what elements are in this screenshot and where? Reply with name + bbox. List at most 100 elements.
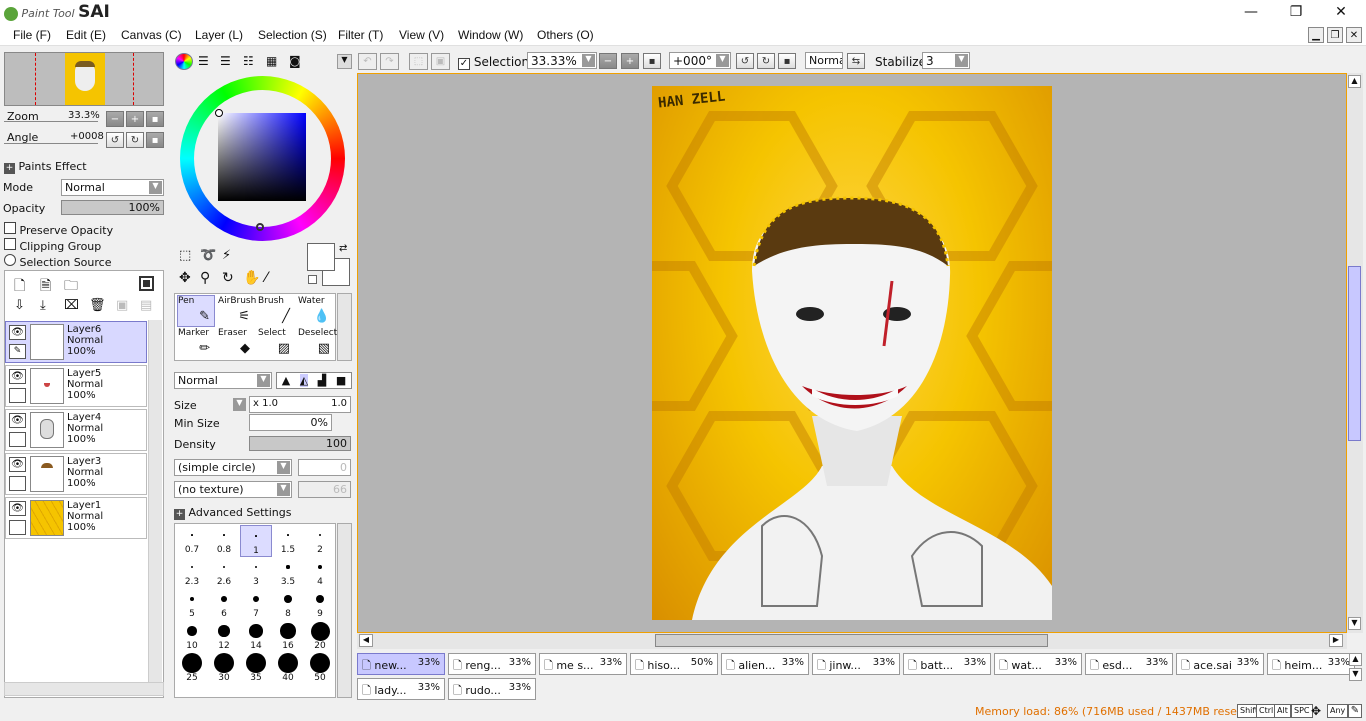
tool-eraser[interactable]: Eraser ◆: [217, 327, 255, 359]
panel-menu-dropdown[interactable]: ▼: [337, 54, 352, 69]
brush-edge-shapes[interactable]: ▲ ◭ ▟ ■: [276, 372, 352, 389]
lock-box[interactable]: [9, 432, 26, 447]
rect-select-icon[interactable]: ⬚: [179, 248, 191, 263]
lock-box[interactable]: [9, 476, 26, 491]
edge-medium-icon[interactable]: ◭: [299, 374, 309, 387]
clear-layer-icon[interactable]: ⌧: [64, 298, 79, 313]
tabs-scroll-down-icon[interactable]: ▼: [1349, 668, 1362, 681]
toolbar-zoom-reset-button[interactable]: ▪: [643, 53, 661, 69]
sv-picker[interactable]: [215, 109, 223, 117]
new-folder-icon[interactable]: 🗀: [64, 275, 78, 299]
maximize-button[interactable]: ❐: [1273, 0, 1319, 24]
size-multiplier-dropdown[interactable]: ▼: [233, 398, 246, 411]
brush-size-cell[interactable]: 1.5: [272, 525, 304, 557]
zoom-out-button[interactable]: −: [106, 111, 124, 127]
layer-mask-icon[interactable]: [139, 276, 154, 291]
rotate-right-button[interactable]: ↻: [126, 132, 144, 148]
toolbar-rotate-right-button[interactable]: ↻: [757, 53, 775, 69]
doc-tab[interactable]: 🗋 jinw... 33%: [812, 653, 900, 675]
canvas-hscrollbar[interactable]: ◀ ▶: [357, 633, 1347, 649]
move-icon[interactable]: ✥: [179, 270, 191, 286]
paints-effect-header[interactable]: + Paints Effect: [4, 160, 87, 174]
new-linework-layer-icon[interactable]: 🗎: [40, 275, 51, 299]
clipping-group-checkbox[interactable]: Clipping Group: [4, 238, 101, 253]
eye-icon[interactable]: 👁: [9, 369, 26, 384]
doc-tab[interactable]: 🗋 rudo... 33%: [448, 678, 536, 700]
layer-scrollbar[interactable]: [148, 320, 162, 682]
tool-deselect[interactable]: Deselect ▧: [297, 327, 337, 359]
eye-icon[interactable]: 👁: [9, 501, 26, 516]
density-slider[interactable]: 100: [249, 436, 351, 451]
brush-size-scrollbar[interactable]: [337, 523, 352, 698]
doc-tab[interactable]: 🗋 ace.sai 33%: [1176, 653, 1264, 675]
rotate-reset-button[interactable]: ▪: [146, 132, 164, 148]
deselect-toolbar-icon[interactable]: ⬚: [409, 53, 428, 70]
min-size-slider[interactable]: 0%: [249, 414, 332, 431]
opacity-slider[interactable]: 100%: [61, 200, 164, 215]
lock-box[interactable]: [9, 520, 26, 535]
brush-size-cell[interactable]: 14: [240, 621, 272, 653]
transfer-down-icon[interactable]: ⇩: [14, 298, 25, 313]
tool-scrollbar[interactable]: [337, 293, 352, 361]
mdi-minimize-button[interactable]: ▁: [1308, 27, 1324, 43]
eyedropper-icon[interactable]: ⁄: [265, 270, 267, 286]
eye-icon[interactable]: 👁: [9, 325, 26, 340]
tool-brush[interactable]: Brush ╱: [257, 295, 295, 327]
menu-view[interactable]: View (V): [399, 28, 444, 42]
doc-tab[interactable]: 🗋 hiso... 50%: [630, 653, 718, 675]
brush-blend-select[interactable]: Normal ▼: [174, 372, 272, 389]
layer-hscrollbar[interactable]: [4, 682, 164, 696]
brush-size-cell[interactable]: 0.8: [208, 525, 240, 557]
brush-size-cell[interactable]: 7: [240, 589, 272, 621]
canvas-hscroll-thumb[interactable]: [655, 634, 1048, 647]
selection-checkbox[interactable]: ✓ Selection: [458, 55, 529, 70]
doc-tab[interactable]: 🗋 reng... 33%: [448, 653, 536, 675]
doc-tab[interactable]: 🗋 wat... 33%: [994, 653, 1082, 675]
brush-size-cell[interactable]: 4: [304, 557, 335, 589]
toolbar-zoom-out-button[interactable]: −: [599, 53, 617, 69]
brush-size-cell[interactable]: 6: [208, 589, 240, 621]
mdi-restore-button[interactable]: ❐: [1327, 27, 1343, 43]
lasso-icon[interactable]: ➰: [200, 248, 216, 263]
layer-item-layer3[interactable]: 👁 Layer3 Normal 100%: [5, 453, 147, 495]
menu-filter[interactable]: Filter (T): [338, 28, 383, 42]
zoom-reset-button[interactable]: ▪: [146, 111, 164, 127]
color-wheel-tab[interactable]: [175, 53, 193, 70]
swatches-tab[interactable]: ▦: [266, 54, 277, 68]
tool-airbrush[interactable]: AirBrush ⚟: [217, 295, 256, 327]
flip-horizontal-icon[interactable]: ⇆: [847, 53, 865, 69]
brush-shape-strength[interactable]: 0: [298, 459, 351, 476]
menu-window[interactable]: Window (W): [458, 28, 523, 42]
color-palette-tab[interactable]: ☷: [243, 54, 254, 68]
swap-colors-icon[interactable]: ⇄: [339, 243, 347, 254]
brush-size-cell[interactable]: 2.3: [176, 557, 208, 589]
menu-layer[interactable]: Layer (L): [195, 28, 243, 42]
brush-size-cell[interactable]: 16: [272, 621, 304, 653]
scroll-down-icon[interactable]: ▼: [1348, 617, 1361, 630]
mode-select[interactable]: Normal ▼: [61, 179, 164, 196]
doc-tabs-scroll[interactable]: ▲ ▼: [1349, 653, 1363, 693]
menu-edit[interactable]: Edit (E): [66, 28, 106, 42]
canvas-vscroll-thumb[interactable]: [1348, 266, 1361, 441]
menu-selection[interactable]: Selection (S): [258, 28, 327, 42]
rotation-select[interactable]: +000° ▼: [669, 52, 731, 69]
scroll-up-icon[interactable]: ▲: [1348, 75, 1361, 88]
mdi-close-button[interactable]: ✕: [1346, 27, 1362, 43]
tool-pen[interactable]: Pen ✎: [177, 295, 215, 327]
rgb-slider-tab[interactable]: ☰: [198, 54, 209, 68]
scroll-right-icon[interactable]: ▶: [1329, 634, 1343, 647]
color-wheel[interactable]: [180, 76, 345, 241]
rotate-icon[interactable]: ↻: [222, 270, 234, 286]
foreground-color-swatch[interactable]: [307, 243, 335, 271]
navigator-preview[interactable]: [4, 52, 164, 106]
brush-size-cell[interactable]: 0.7: [176, 525, 208, 557]
brush-size-cell[interactable]: 3: [240, 557, 272, 589]
brush-size-cell[interactable]: 12: [208, 621, 240, 653]
layer-item-layer4[interactable]: 👁 Layer4 Normal 100%: [5, 409, 147, 451]
doc-tab[interactable]: 🗋 alien... 33%: [721, 653, 809, 675]
brush-size-cell[interactable]: 9: [304, 589, 335, 621]
close-button[interactable]: ✕: [1318, 0, 1364, 24]
eye-icon[interactable]: 👁: [9, 457, 26, 472]
toolbar-rotate-reset-button[interactable]: ▪: [778, 53, 796, 69]
doc-tab[interactable]: 🗋 esd... 33%: [1085, 653, 1173, 675]
